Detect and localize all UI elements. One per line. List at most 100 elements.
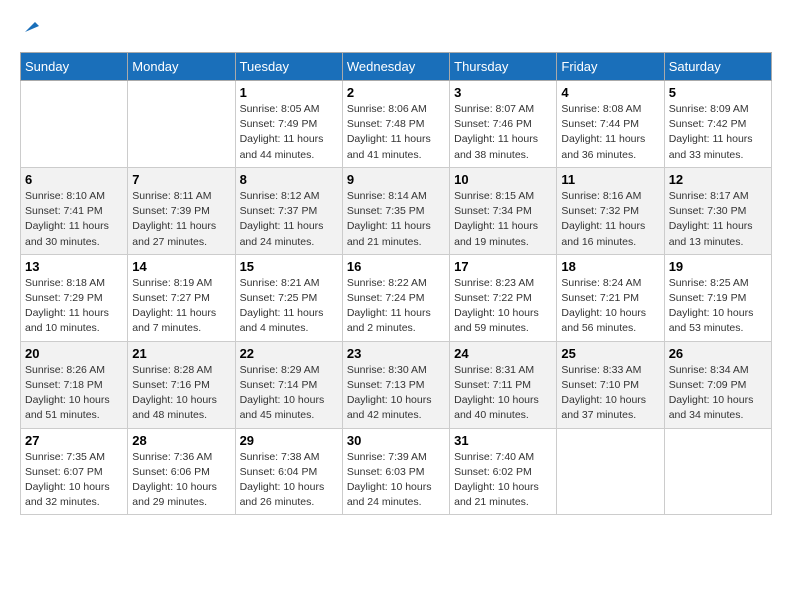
calendar-cell: 14 Sunrise: 8:19 AM Sunset: 7:27 PM Dayli…	[128, 254, 235, 341]
calendar-cell: 11 Sunrise: 8:16 AM Sunset: 7:32 PM Dayli…	[557, 167, 664, 254]
day-detail: Sunrise: 8:14 AM Sunset: 7:35 PM Dayligh…	[347, 189, 445, 250]
day-detail: Sunrise: 8:08 AM Sunset: 7:44 PM Dayligh…	[561, 102, 659, 163]
weekday-header-tuesday: Tuesday	[235, 53, 342, 81]
day-detail: Sunrise: 7:35 AM Sunset: 6:07 PM Dayligh…	[25, 450, 123, 511]
calendar-week-row: 1 Sunrise: 8:05 AM Sunset: 7:49 PM Daylig…	[21, 81, 772, 168]
day-number: 29	[240, 433, 338, 448]
day-detail: Sunrise: 8:21 AM Sunset: 7:25 PM Dayligh…	[240, 276, 338, 337]
day-detail: Sunrise: 8:31 AM Sunset: 7:11 PM Dayligh…	[454, 363, 552, 424]
day-number: 8	[240, 172, 338, 187]
page-header	[20, 20, 772, 36]
weekday-header-friday: Friday	[557, 53, 664, 81]
day-number: 30	[347, 433, 445, 448]
day-detail: Sunrise: 8:24 AM Sunset: 7:21 PM Dayligh…	[561, 276, 659, 337]
day-number: 21	[132, 346, 230, 361]
calendar-cell: 19Sunrise: 8:25 AM Sunset: 7:19 PM Dayli…	[664, 254, 771, 341]
day-number: 17	[454, 259, 552, 274]
calendar-cell: 9Sunrise: 8:14 AM Sunset: 7:35 PM Daylig…	[342, 167, 449, 254]
day-detail: Sunrise: 7:40 AM Sunset: 6:02 PM Dayligh…	[454, 450, 552, 511]
day-detail: Sunrise: 8:19 AM Sunset: 7:27 PM Dayligh…	[132, 276, 230, 337]
day-number: 11	[561, 172, 659, 187]
calendar-cell: 2 Sunrise: 8:06 AM Sunset: 7:48 PM Daylig…	[342, 81, 449, 168]
calendar-cell: 27 Sunrise: 7:35 AM Sunset: 6:07 PM Dayli…	[21, 428, 128, 515]
calendar-cell: 24 Sunrise: 8:31 AM Sunset: 7:11 PM Dayli…	[450, 341, 557, 428]
calendar-cell: 31 Sunrise: 7:40 AM Sunset: 6:02 PM Dayli…	[450, 428, 557, 515]
day-number: 18	[561, 259, 659, 274]
calendar-cell: 26Sunrise: 8:34 AM Sunset: 7:09 PM Dayli…	[664, 341, 771, 428]
day-detail: Sunrise: 7:38 AM Sunset: 6:04 PM Dayligh…	[240, 450, 338, 511]
calendar-week-row: 6Sunrise: 8:10 AM Sunset: 7:41 PM Daylig…	[21, 167, 772, 254]
day-number: 27	[25, 433, 123, 448]
day-detail: Sunrise: 8:30 AM Sunset: 7:13 PM Dayligh…	[347, 363, 445, 424]
day-number: 24	[454, 346, 552, 361]
day-detail: Sunrise: 8:15 AM Sunset: 7:34 PM Dayligh…	[454, 189, 552, 250]
day-detail: Sunrise: 8:16 AM Sunset: 7:32 PM Dayligh…	[561, 189, 659, 250]
calendar-cell: 18 Sunrise: 8:24 AM Sunset: 7:21 PM Dayli…	[557, 254, 664, 341]
day-number: 12	[669, 172, 767, 187]
calendar-cell	[664, 428, 771, 515]
day-number: 28	[132, 433, 230, 448]
calendar-cell: 22 Sunrise: 8:29 AM Sunset: 7:14 PM Dayli…	[235, 341, 342, 428]
day-number: 13	[25, 259, 123, 274]
calendar-cell	[557, 428, 664, 515]
calendar-cell: 29 Sunrise: 7:38 AM Sunset: 6:04 PM Dayli…	[235, 428, 342, 515]
calendar-week-row: 27 Sunrise: 7:35 AM Sunset: 6:07 PM Dayli…	[21, 428, 772, 515]
day-number: 23	[347, 346, 445, 361]
calendar-cell: 16 Sunrise: 8:22 AM Sunset: 7:24 PM Dayli…	[342, 254, 449, 341]
calendar-cell: 23 Sunrise: 8:30 AM Sunset: 7:13 PM Dayli…	[342, 341, 449, 428]
day-number: 6	[25, 172, 123, 187]
calendar-cell: 10 Sunrise: 8:15 AM Sunset: 7:34 PM Dayli…	[450, 167, 557, 254]
day-number: 2	[347, 85, 445, 100]
calendar-week-row: 20 Sunrise: 8:26 AM Sunset: 7:18 PM Dayli…	[21, 341, 772, 428]
calendar-cell: 4Sunrise: 8:08 AM Sunset: 7:44 PM Daylig…	[557, 81, 664, 168]
calendar-cell: 28 Sunrise: 7:36 AM Sunset: 6:06 PM Dayli…	[128, 428, 235, 515]
calendar-cell: 15 Sunrise: 8:21 AM Sunset: 7:25 PM Dayli…	[235, 254, 342, 341]
calendar-cell: 12 Sunrise: 8:17 AM Sunset: 7:30 PM Dayli…	[664, 167, 771, 254]
calendar-week-row: 13 Sunrise: 8:18 AM Sunset: 7:29 PM Dayli…	[21, 254, 772, 341]
day-detail: Sunrise: 8:05 AM Sunset: 7:49 PM Dayligh…	[240, 102, 338, 163]
day-detail: Sunrise: 8:18 AM Sunset: 7:29 PM Dayligh…	[25, 276, 123, 337]
day-number: 15	[240, 259, 338, 274]
calendar-cell: 3 Sunrise: 8:07 AM Sunset: 7:46 PM Daylig…	[450, 81, 557, 168]
day-number: 10	[454, 172, 552, 187]
calendar-header-row: SundayMondayTuesdayWednesdayThursdayFrid…	[21, 53, 772, 81]
day-number: 19	[669, 259, 767, 274]
logo	[20, 20, 39, 36]
calendar-cell: 25 Sunrise: 8:33 AM Sunset: 7:10 PM Dayli…	[557, 341, 664, 428]
day-detail: Sunrise: 8:28 AM Sunset: 7:16 PM Dayligh…	[132, 363, 230, 424]
weekday-header-sunday: Sunday	[21, 53, 128, 81]
day-number: 22	[240, 346, 338, 361]
day-number: 14	[132, 259, 230, 274]
day-number: 1	[240, 85, 338, 100]
calendar-cell: 6Sunrise: 8:10 AM Sunset: 7:41 PM Daylig…	[21, 167, 128, 254]
day-detail: Sunrise: 7:36 AM Sunset: 6:06 PM Dayligh…	[132, 450, 230, 511]
calendar-cell: 17 Sunrise: 8:23 AM Sunset: 7:22 PM Dayli…	[450, 254, 557, 341]
day-number: 20	[25, 346, 123, 361]
day-detail: Sunrise: 8:33 AM Sunset: 7:10 PM Dayligh…	[561, 363, 659, 424]
calendar-cell: 13 Sunrise: 8:18 AM Sunset: 7:29 PM Dayli…	[21, 254, 128, 341]
day-detail: Sunrise: 8:22 AM Sunset: 7:24 PM Dayligh…	[347, 276, 445, 337]
day-number: 3	[454, 85, 552, 100]
calendar-cell: 20 Sunrise: 8:26 AM Sunset: 7:18 PM Dayli…	[21, 341, 128, 428]
day-detail: Sunrise: 8:09 AM Sunset: 7:42 PM Dayligh…	[669, 102, 767, 163]
day-detail: Sunrise: 8:34 AM Sunset: 7:09 PM Dayligh…	[669, 363, 767, 424]
day-detail: Sunrise: 8:12 AM Sunset: 7:37 PM Dayligh…	[240, 189, 338, 250]
calendar-cell: 30Sunrise: 7:39 AM Sunset: 6:03 PM Dayli…	[342, 428, 449, 515]
day-detail: Sunrise: 8:06 AM Sunset: 7:48 PM Dayligh…	[347, 102, 445, 163]
day-number: 16	[347, 259, 445, 274]
calendar-cell	[128, 81, 235, 168]
calendar-cell: 21 Sunrise: 8:28 AM Sunset: 7:16 PM Dayli…	[128, 341, 235, 428]
day-detail: Sunrise: 8:23 AM Sunset: 7:22 PM Dayligh…	[454, 276, 552, 337]
weekday-header-monday: Monday	[128, 53, 235, 81]
day-detail: Sunrise: 8:07 AM Sunset: 7:46 PM Dayligh…	[454, 102, 552, 163]
day-detail: Sunrise: 8:29 AM Sunset: 7:14 PM Dayligh…	[240, 363, 338, 424]
day-detail: Sunrise: 8:11 AM Sunset: 7:39 PM Dayligh…	[132, 189, 230, 250]
day-number: 31	[454, 433, 552, 448]
day-detail: Sunrise: 8:26 AM Sunset: 7:18 PM Dayligh…	[25, 363, 123, 424]
day-number: 25	[561, 346, 659, 361]
calendar-cell: 8 Sunrise: 8:12 AM Sunset: 7:37 PM Daylig…	[235, 167, 342, 254]
day-detail: Sunrise: 8:17 AM Sunset: 7:30 PM Dayligh…	[669, 189, 767, 250]
calendar-cell: 5Sunrise: 8:09 AM Sunset: 7:42 PM Daylig…	[664, 81, 771, 168]
weekday-header-thursday: Thursday	[450, 53, 557, 81]
weekday-header-saturday: Saturday	[664, 53, 771, 81]
